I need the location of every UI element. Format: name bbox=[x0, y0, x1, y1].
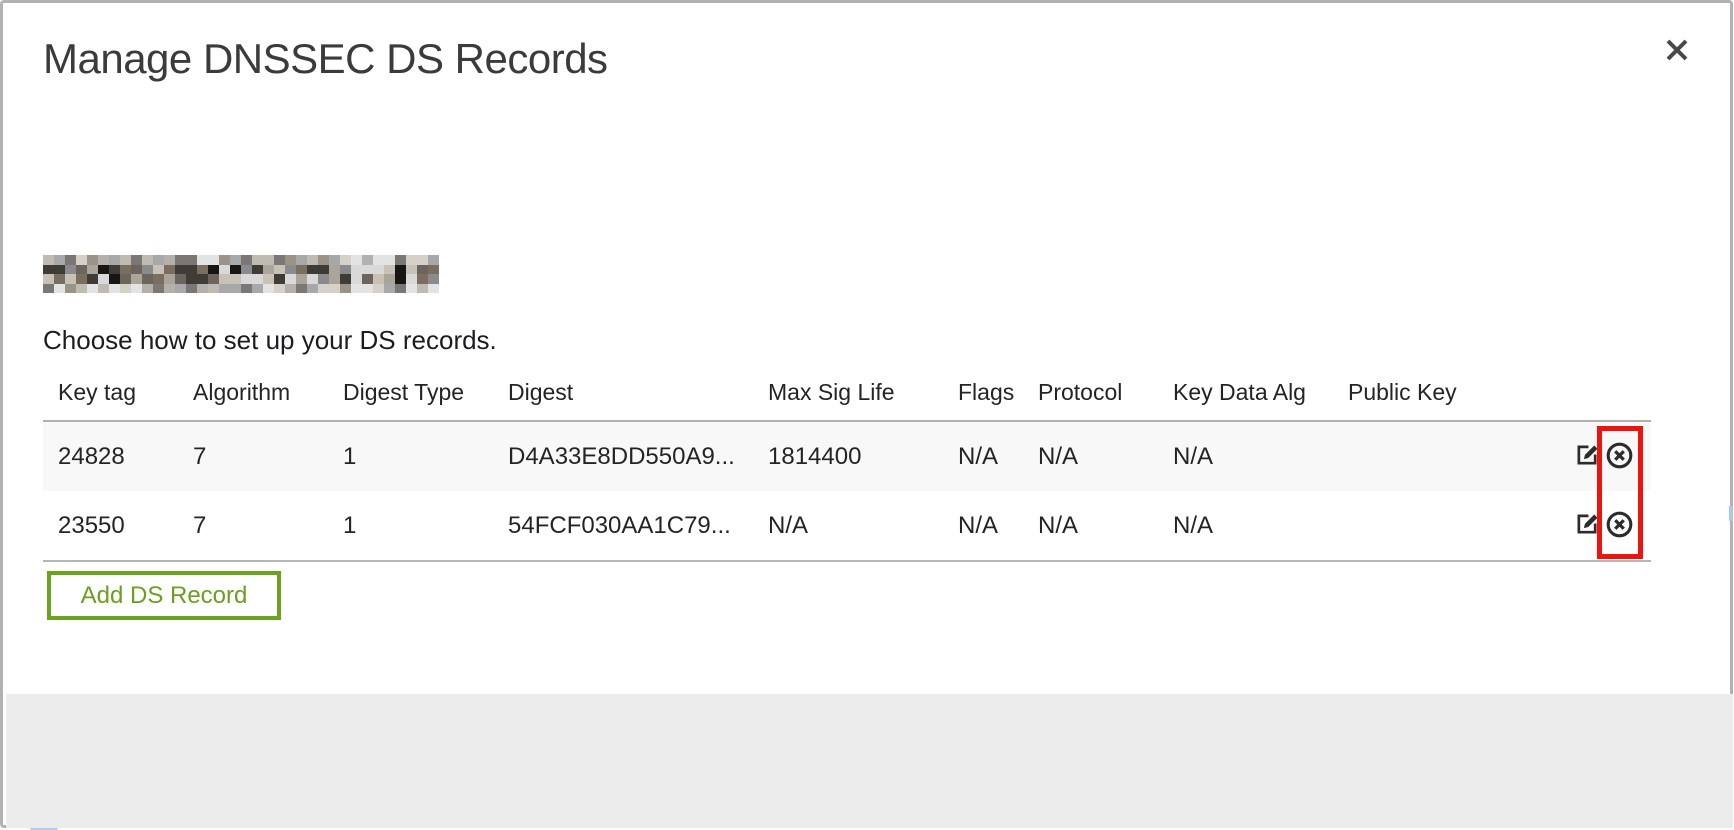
col-header-max-sig-life: Max Sig Life bbox=[753, 371, 943, 421]
table-cell: N/A bbox=[943, 491, 1023, 561]
table-cell: N/A bbox=[753, 491, 943, 561]
ds-records-table: Key tag Algorithm Digest Type Digest Max… bbox=[43, 371, 1651, 562]
table-cell: 7 bbox=[178, 491, 328, 561]
table-cell: D4A33E8DD550A9... bbox=[493, 421, 753, 491]
ds-records-tbody: 2482871D4A33E8DD550A9...1814400N/AN/AN/A… bbox=[43, 421, 1651, 561]
table-header-row: Key tag Algorithm Digest Type Digest Max… bbox=[43, 371, 1651, 421]
table-cell: 1 bbox=[328, 421, 493, 491]
col-header-key-tag: Key tag bbox=[43, 371, 178, 421]
table-row: 2482871D4A33E8DD550A9...1814400N/AN/AN/A bbox=[43, 421, 1651, 491]
table-cell: N/A bbox=[1023, 421, 1158, 491]
col-header-digest-type: Digest Type bbox=[328, 371, 493, 421]
manage-dnssec-dialog: Manage DNSSEC DS Records Choose how to s… bbox=[0, 0, 1733, 828]
row-actions-cell bbox=[1563, 421, 1651, 491]
col-header-protocol: Protocol bbox=[1023, 371, 1158, 421]
dialog-footer: Save Cancel bbox=[6, 694, 1733, 828]
add-ds-record-button[interactable]: Add DS Record bbox=[47, 571, 281, 620]
table-cell: N/A bbox=[943, 421, 1023, 491]
redacted-domain-name bbox=[43, 255, 439, 293]
edit-record-button[interactable] bbox=[1575, 443, 1600, 471]
col-header-algorithm: Algorithm bbox=[178, 371, 328, 421]
table-cell: 1 bbox=[328, 491, 493, 561]
col-header-flags: Flags bbox=[943, 371, 1023, 421]
close-x-icon bbox=[1664, 37, 1690, 66]
table-row: 235507154FCF030AA1C79...N/AN/AN/AN/A bbox=[43, 491, 1651, 561]
col-header-actions bbox=[1563, 371, 1651, 421]
table-cell bbox=[1333, 491, 1563, 561]
table-cell: N/A bbox=[1158, 491, 1333, 561]
row-actions-cell bbox=[1563, 491, 1651, 561]
col-header-public-key: Public Key bbox=[1333, 371, 1563, 421]
edit-record-button[interactable] bbox=[1575, 512, 1600, 540]
table-cell: 7 bbox=[178, 421, 328, 491]
table-cell: 1814400 bbox=[753, 421, 943, 491]
delete-record-button[interactable] bbox=[1605, 510, 1634, 542]
delete-circle-x-icon bbox=[1605, 441, 1634, 473]
table-cell: N/A bbox=[1158, 421, 1333, 491]
delete-circle-x-icon bbox=[1605, 510, 1634, 542]
close-button[interactable] bbox=[1655, 29, 1699, 73]
table-cell: 23550 bbox=[43, 491, 178, 561]
table-cell: 54FCF030AA1C79... bbox=[493, 491, 753, 561]
edit-pencil-icon bbox=[1575, 443, 1600, 471]
col-header-digest: Digest bbox=[493, 371, 753, 421]
delete-record-button[interactable] bbox=[1605, 441, 1634, 473]
instruction-text: Choose how to set up your DS records. bbox=[43, 325, 497, 356]
col-header-key-data-alg: Key Data Alg bbox=[1158, 371, 1333, 421]
dialog-title: Manage DNSSEC DS Records bbox=[43, 35, 608, 83]
page-behind-fragment bbox=[1729, 506, 1733, 521]
table-cell: N/A bbox=[1023, 491, 1158, 561]
table-cell: 24828 bbox=[43, 421, 178, 491]
table-cell bbox=[1333, 421, 1563, 491]
edit-pencil-icon bbox=[1575, 512, 1600, 540]
